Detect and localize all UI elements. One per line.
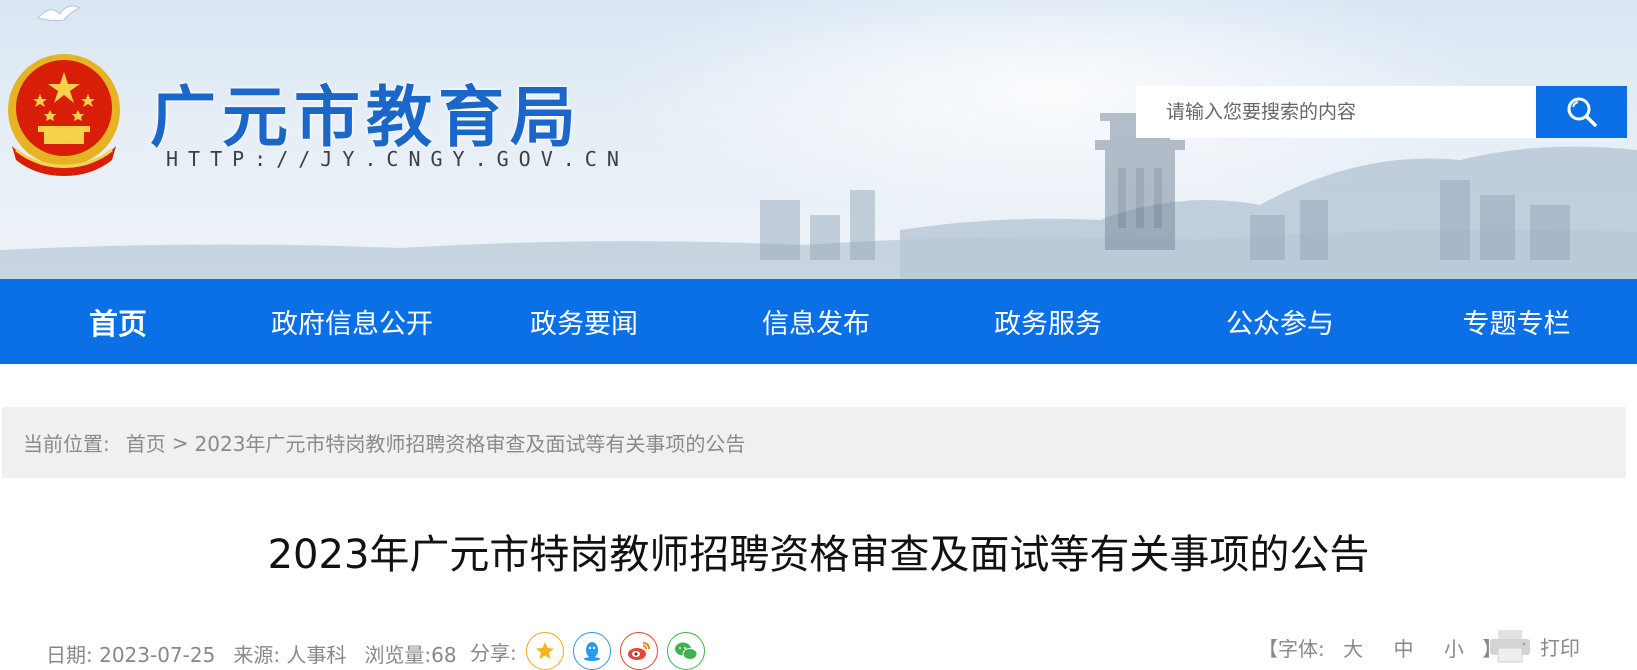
qzone-icon[interactable] [525,632,564,670]
article-source: 来源: 人事科 [233,643,347,667]
nav-item-topics[interactable]: 专题专栏 [1396,279,1637,364]
search-button[interactable] [1536,86,1627,138]
font-size-open: 【字体: [1258,637,1325,661]
search-icon [1567,97,1597,127]
breadcrumb-prefix: 当前位置: [23,432,110,456]
share-bar: 分享: [470,632,705,670]
font-size-medium[interactable]: 中 [1393,637,1413,661]
font-size-large[interactable]: 大 [1343,637,1363,661]
nav-item-info-release[interactable]: 信息发布 [700,279,932,364]
qq-icon[interactable] [572,632,611,670]
article-date: 日期: 2023-07-25 [46,643,216,667]
breadcrumb-separator: > [171,430,189,455]
search-input[interactable] [1136,86,1536,138]
share-label: 分享: [470,640,517,665]
site-title: 广元市教育局 [150,78,582,156]
weibo-icon[interactable] [619,632,658,670]
printer-icon [1490,630,1530,663]
breadcrumb: 当前位置: 首页 > 2023年广元市特岗教师招聘资格审查及面试等有关事项的公告 [2,407,1626,478]
main-nav: 首页 政府信息公开 政务要闻 信息发布 政务服务 公众参与 专题专栏 [0,279,1637,364]
site-url: HTTP://JY.CNGY.GOV.CN [166,147,629,171]
article-title: 2023年广元市特岗教师招聘资格审查及面试等有关事项的公告 [267,532,1370,578]
print-button[interactable]: 打印 [1488,628,1580,664]
article-views: 浏览量:68 [364,643,457,667]
nav-item-participation[interactable]: 公众参与 [1164,279,1396,364]
search-box [1136,86,1627,138]
font-size-control: 【字体: 大 中 小 】 [1258,633,1502,662]
nav-item-news[interactable]: 政务要闻 [468,279,700,364]
bird-icon [37,5,82,22]
font-size-small[interactable]: 小 [1444,637,1464,661]
nav-item-services[interactable]: 政务服务 [932,279,1164,364]
breadcrumb-current: 2023年广元市特岗教师招聘资格审查及面试等有关事项的公告 [194,432,746,456]
print-label: 打印 [1540,635,1580,660]
wechat-icon[interactable] [666,632,705,670]
breadcrumb-home-link[interactable]: 首页 [126,428,166,457]
nav-item-gov-info[interactable]: 政府信息公开 [236,279,468,364]
article-meta: 日期: 2023-07-25 来源: 人事科 浏览量:68 [46,639,475,668]
national-emblem-icon [8,54,120,176]
nav-item-home[interactable]: 首页 [0,279,236,364]
site-header: 广元市教育局 HTTP://JY.CNGY.GOV.CN [0,0,1637,279]
